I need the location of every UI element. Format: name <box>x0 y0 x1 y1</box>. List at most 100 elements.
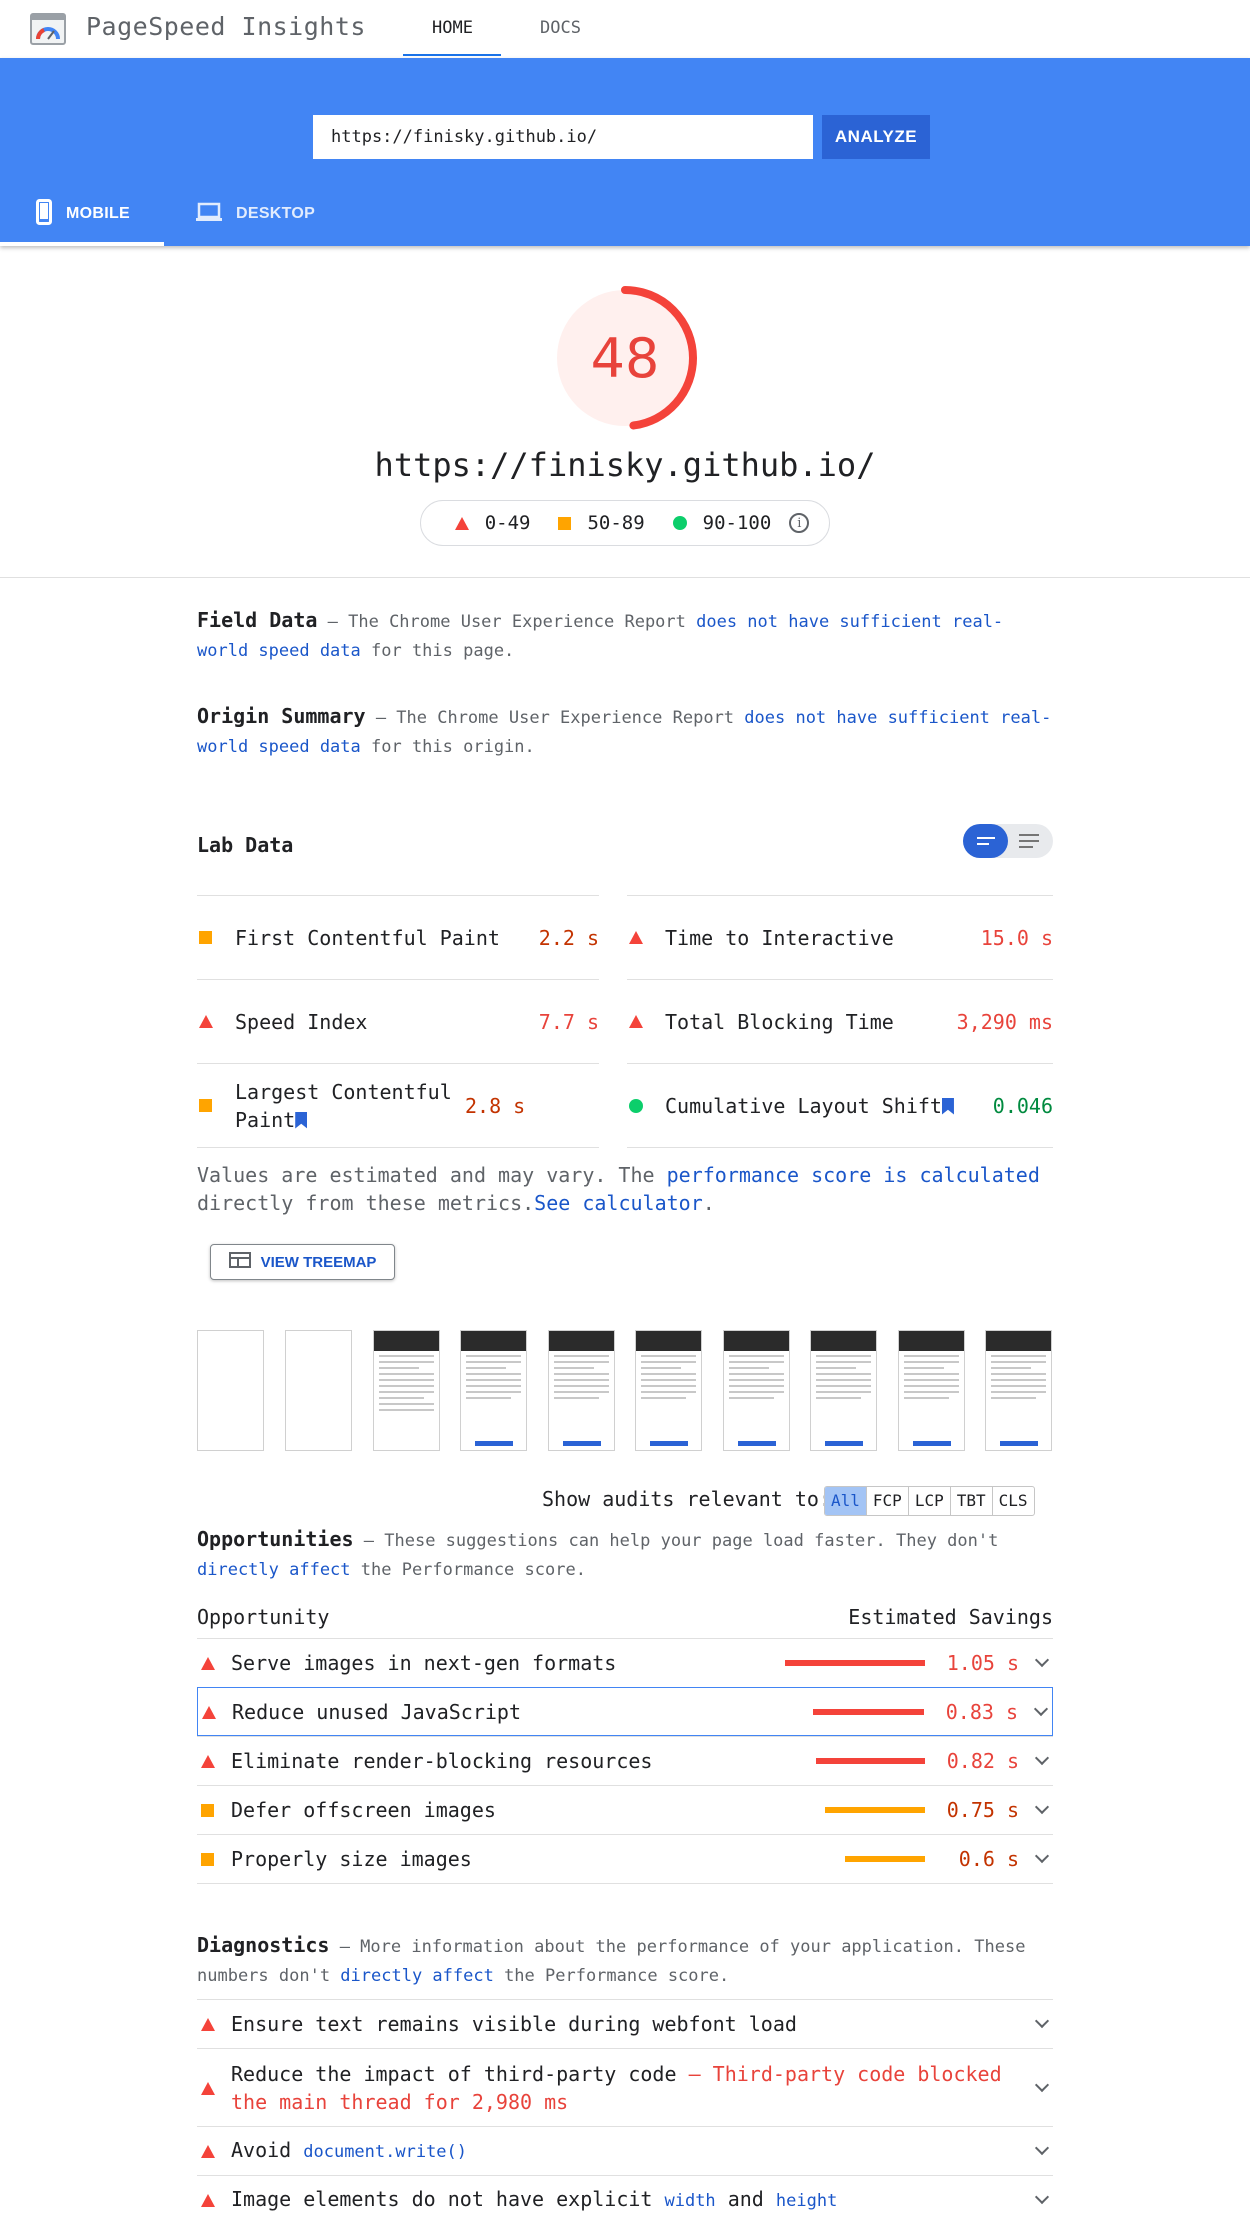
legend-average-range: 50-89 <box>587 512 645 534</box>
filter-tbt[interactable]: TBT <box>949 1487 992 1515</box>
fail-triangle-icon <box>201 2018 215 2031</box>
toggle-expanded-view[interactable] <box>1008 824 1053 858</box>
fail-triangle-icon <box>454 516 469 530</box>
origin-summary-desc: – The Chrome User Experience Report <box>365 708 745 728</box>
savings-bar <box>845 1856 925 1862</box>
opportunities-affect-link[interactable]: directly affect <box>197 1560 351 1580</box>
chevron-down-icon[interactable] <box>1034 2189 1050 2205</box>
audit-filter-label: Show audits relevant to: <box>542 1487 831 1511</box>
savings-column-header: Estimated Savings <box>848 1605 1053 1629</box>
diagnostics-affect-link[interactable]: directly affect <box>340 1966 494 1986</box>
chevron-down-icon[interactable] <box>1034 1799 1050 1815</box>
opportunity-row[interactable]: Properly size images 0.6 s <box>197 1834 1053 1883</box>
fail-triangle-icon <box>199 1015 213 1028</box>
opportunities-desc-end: the Performance score. <box>350 1560 586 1580</box>
diagnostic-row[interactable]: Image elements do not have explicit widt… <box>197 2175 1053 2224</box>
metric-cls: Cumulative Layout Shift 0.046 <box>627 1063 1053 1147</box>
filter-all[interactable]: All <box>825 1487 866 1515</box>
filmstrip-frame <box>635 1330 702 1451</box>
metric-si-value: 7.7 s <box>538 1009 599 1034</box>
lab-note-text: Values are estimated and may vary. The <box>197 1163 667 1187</box>
audit-filter: All FCP LCP TBT CLS <box>824 1486 1035 1516</box>
info-icon[interactable]: i <box>789 513 810 533</box>
opportunity-row[interactable]: Serve images in next-gen formats 1.05 s <box>197 1638 1053 1687</box>
bookmark-icon <box>295 1111 308 1129</box>
field-data-title: Field Data <box>197 608 318 632</box>
diagnostic-row[interactable]: Avoid document.write() <box>197 2126 1053 2175</box>
savings-bar <box>816 1758 925 1764</box>
filter-lcp[interactable]: LCP <box>907 1487 950 1515</box>
chevron-down-icon[interactable] <box>1034 2013 1050 2029</box>
fail-triangle-icon <box>201 1657 215 1670</box>
fail-triangle-icon <box>201 2145 215 2158</box>
savings-bar <box>825 1807 925 1813</box>
field-data-desc: – The Chrome User Experience Report <box>317 612 697 632</box>
fail-triangle-icon <box>201 2194 215 2207</box>
opportunity-column-header: Opportunity <box>197 1605 330 1629</box>
average-square-icon <box>201 1804 214 1817</box>
legend-fail: 0-49 <box>454 512 530 534</box>
diagnostic-name: Ensure text remains visible during webfo… <box>231 2012 797 2036</box>
see-calculator-link[interactable]: See calculator <box>534 1191 703 1215</box>
chevron-down-icon[interactable] <box>1034 1652 1050 1668</box>
pagespeed-logo-icon[interactable] <box>30 13 66 45</box>
nav-docs-tab[interactable]: DOCS <box>540 18 581 38</box>
view-treemap-label: VIEW TREEMAP <box>260 1253 377 1271</box>
tab-mobile[interactable]: MOBILE <box>36 195 130 233</box>
origin-summary-desc-end: for this origin. <box>360 737 535 757</box>
lab-note-period: . <box>702 1191 715 1215</box>
metric-tbt-value: 3,290 ms <box>956 1009 1053 1034</box>
fail-triangle-icon <box>629 1015 643 1028</box>
metric-fcp: First Contentful Paint 2.2 s <box>197 895 599 979</box>
average-square-icon <box>201 1853 214 1866</box>
view-treemap-button[interactable]: VIEW TREEMAP <box>210 1244 395 1280</box>
filmstrip-frame <box>548 1330 615 1451</box>
diagnostic-row[interactable]: Reduce the impact of third-party code – … <box>197 2048 1053 2126</box>
diagnostic-row[interactable]: Ensure text remains visible during webfo… <box>197 1999 1053 2048</box>
filmstrip-frame <box>723 1330 790 1451</box>
metric-cls-value: 0.046 <box>992 1093 1053 1118</box>
score-calculated-link[interactable]: performance score is calculated <box>667 1163 1040 1187</box>
tab-desktop[interactable]: DESKTOP <box>196 195 315 233</box>
opportunities-divider <box>197 1883 1053 1884</box>
diagnostic-code: height <box>775 2191 838 2211</box>
url-input[interactable] <box>313 115 813 159</box>
chevron-down-icon[interactable] <box>1034 2077 1050 2092</box>
opportunity-row[interactable]: Defer offscreen images 0.75 s <box>197 1785 1053 1834</box>
filmstrip-frame <box>285 1330 352 1451</box>
metrics-view-toggle[interactable] <box>963 824 1053 858</box>
analyze-button[interactable]: ANALYZE <box>822 115 930 159</box>
legend-average: 50-89 <box>558 512 645 534</box>
analyzed-url: https://finisky.github.io/ <box>374 446 876 484</box>
chevron-down-icon[interactable] <box>1034 2140 1050 2156</box>
app-title[interactable]: PageSpeed Insights <box>86 12 366 41</box>
chevron-down-icon[interactable] <box>1034 1750 1050 1766</box>
opportunity-row[interactable]: Reduce unused JavaScript 0.83 s <box>197 1687 1053 1736</box>
metric-lcp-name: Largest Contentful Paint <box>235 1079 452 1132</box>
pass-circle-icon <box>672 516 687 530</box>
device-tab-indicator <box>0 242 164 246</box>
metric-fcp-value: 2.2 s <box>538 925 599 950</box>
metrics-divider <box>627 1147 1053 1148</box>
filter-cls[interactable]: CLS <box>991 1487 1034 1515</box>
nav-home-tab[interactable]: HOME <box>432 18 473 38</box>
opportunity-row[interactable]: Eliminate render-blocking resources 0.82… <box>197 1736 1053 1785</box>
tab-desktop-label: DESKTOP <box>236 205 316 222</box>
opportunities-section: Opportunities – These suggestions can he… <box>197 1525 1053 1585</box>
bookmark-icon <box>941 1097 954 1115</box>
lab-note-text-2: directly from these metrics. <box>197 1191 535 1215</box>
chevron-down-icon[interactable] <box>1034 1848 1050 1864</box>
opportunity-savings: 0.75 s <box>946 1798 1019 1822</box>
opportunity-table-header: Opportunity Estimated Savings <box>197 1605 1053 1629</box>
score-value: 48 <box>590 326 660 390</box>
diagnostics-section: Diagnostics – More information about the… <box>197 1931 1053 1991</box>
average-square-icon <box>199 931 212 944</box>
nav-active-indicator <box>403 54 501 56</box>
opportunity-name: Serve images in next-gen formats <box>231 1651 617 1675</box>
diagnostic-name: Image elements do not have explicit <box>231 2187 665 2211</box>
filter-fcp[interactable]: FCP <box>865 1487 908 1515</box>
chevron-down-icon[interactable] <box>1033 1701 1049 1716</box>
diagnostic-name-mid: and <box>715 2187 776 2211</box>
opportunity-name: Reduce unused JavaScript <box>232 1699 521 1724</box>
toggle-summary-view[interactable] <box>963 824 1008 858</box>
